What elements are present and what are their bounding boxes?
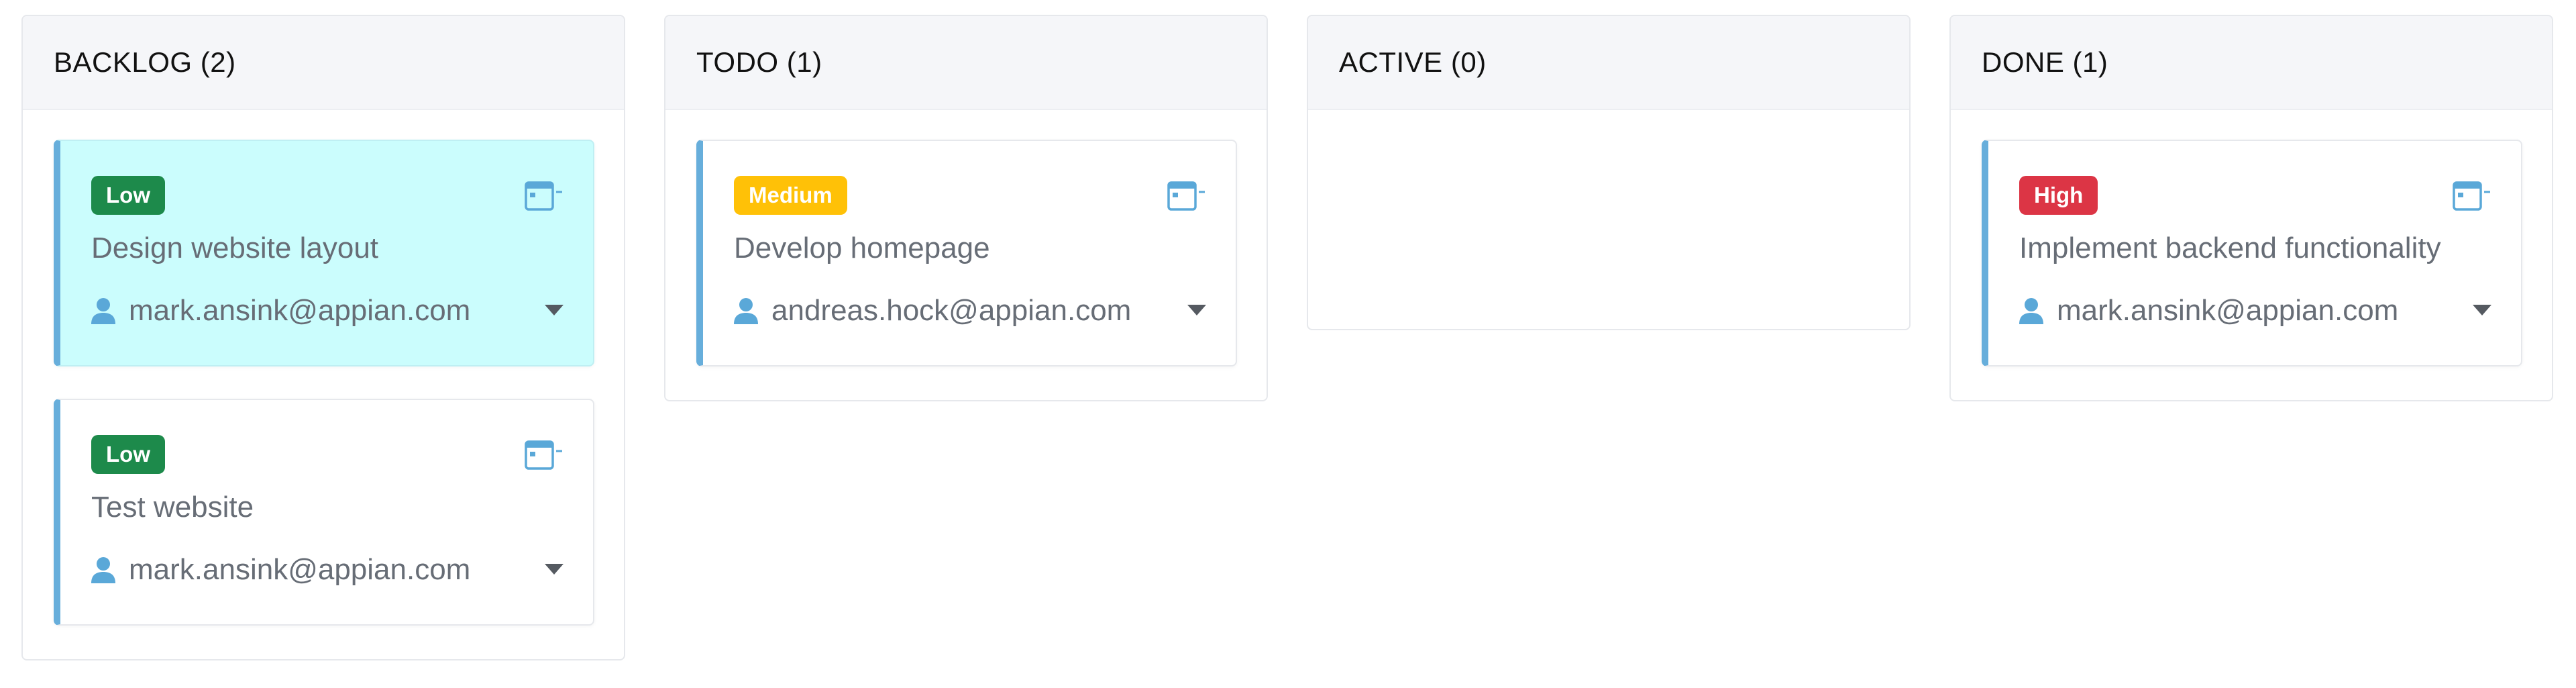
task-assignee: mark.ansink@appian.com xyxy=(91,294,470,328)
task-assignee: mark.ansink@appian.com xyxy=(2019,294,2398,328)
column-header-todo: TODO (1) xyxy=(665,16,1267,110)
calendar-icon[interactable] xyxy=(2453,179,2491,212)
column-body-todo: Medium Develop homepage andreas.hock@app… xyxy=(665,110,1267,366)
column-header-active: ACTIVE (0) xyxy=(1308,16,1909,110)
task-title: Design website layout xyxy=(91,232,379,264)
task-title: Implement backend functionality xyxy=(2019,232,2441,264)
column-active: ACTIVE (0) xyxy=(1307,15,1911,330)
column-title: DONE (1) xyxy=(1982,46,2108,78)
column-header-backlog: BACKLOG (2) xyxy=(23,16,624,110)
caret-down-icon[interactable] xyxy=(545,305,564,315)
task-card[interactable]: Medium Develop homepage andreas.hock@app… xyxy=(696,140,1237,366)
caret-down-icon[interactable] xyxy=(1187,305,1206,315)
calendar-icon[interactable] xyxy=(525,438,564,471)
task-card[interactable]: Low Design website layout mark.ansink@ap… xyxy=(54,140,594,366)
caret-down-icon[interactable] xyxy=(545,564,564,575)
kanban-board: BACKLOG (2) Low Design website layout ma… xyxy=(0,0,2576,688)
task-assignee: andreas.hock@appian.com xyxy=(734,294,1131,328)
column-body-backlog: Low Design website layout mark.ansink@ap… xyxy=(23,110,624,626)
assignee-email: mark.ansink@appian.com xyxy=(129,553,471,586)
task-assignee: mark.ansink@appian.com xyxy=(91,553,470,587)
task-card[interactable]: High Implement backend functionality mar… xyxy=(1982,140,2522,366)
priority-badge: Low xyxy=(91,435,165,474)
assignee-email: andreas.hock@appian.com xyxy=(771,294,1132,327)
column-header-done: DONE (1) xyxy=(1951,16,2552,110)
column-todo: TODO (1) Medium Develop homepage andreas… xyxy=(664,15,1268,401)
column-backlog: BACKLOG (2) Low Design website layout ma… xyxy=(21,15,625,660)
priority-badge: Low xyxy=(91,176,165,215)
column-body-done: High Implement backend functionality mar… xyxy=(1951,110,2552,366)
column-body-active xyxy=(1308,110,1909,140)
column-title: BACKLOG (2) xyxy=(54,46,236,78)
column-title: ACTIVE (0) xyxy=(1339,46,1487,78)
user-icon xyxy=(91,557,115,583)
calendar-icon[interactable] xyxy=(525,179,564,212)
priority-badge: High xyxy=(2019,176,2098,215)
task-title: Test website xyxy=(91,491,254,524)
task-title: Develop homepage xyxy=(734,232,990,264)
caret-down-icon[interactable] xyxy=(2473,305,2491,315)
column-title: TODO (1) xyxy=(696,46,822,78)
assignee-email: mark.ansink@appian.com xyxy=(2057,294,2399,327)
priority-badge: Medium xyxy=(734,176,847,215)
user-icon xyxy=(734,298,758,324)
task-card[interactable]: Low Test website mark.ansink@appian.com xyxy=(54,399,594,626)
user-icon xyxy=(2019,298,2043,324)
column-done: DONE (1) High Implement backend function… xyxy=(1949,15,2553,401)
assignee-email: mark.ansink@appian.com xyxy=(129,294,471,327)
calendar-icon[interactable] xyxy=(1167,179,1206,212)
user-icon xyxy=(91,298,115,324)
